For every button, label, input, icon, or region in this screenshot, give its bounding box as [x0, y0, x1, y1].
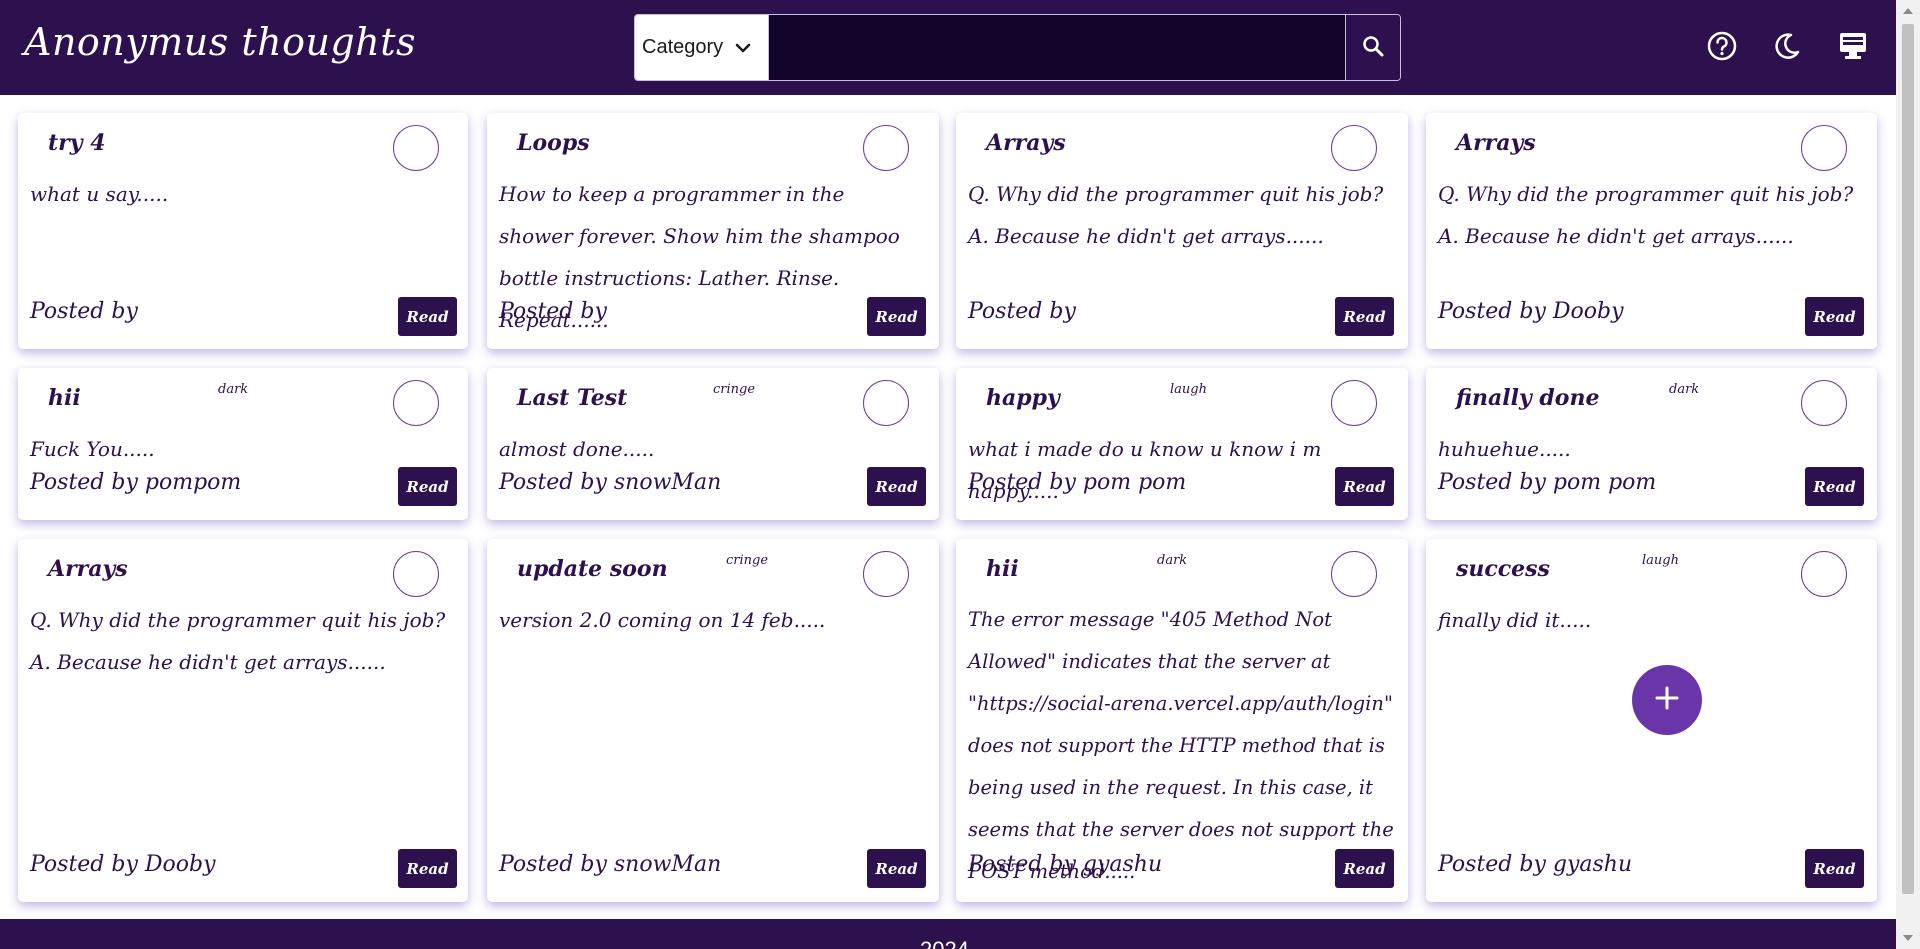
post-body: finally did it..... [1438, 608, 1592, 632]
post-card: Arrays Q. Why did the programmer quit hi… [956, 113, 1408, 349]
post-title: hii [48, 385, 81, 411]
read-button[interactable]: Read [867, 467, 926, 506]
moon-icon [1772, 31, 1802, 65]
post-body: Q. Why did the programmer quit his job? … [968, 182, 1384, 248]
post-title: Arrays [48, 556, 128, 582]
scrollbar-thumb[interactable] [1902, 24, 1914, 894]
post-body: huhuehue..... [1438, 437, 1571, 461]
select-circle[interactable] [393, 125, 439, 171]
theme-toggle-button[interactable] [1767, 28, 1807, 68]
post-card: hii dark Fuck You..... Posted by pompom … [18, 368, 468, 520]
scroll-up-arrow[interactable] [1903, 8, 1913, 14]
read-button[interactable]: Read [1335, 849, 1394, 888]
post-title: Loops [517, 130, 590, 156]
post-tag: dark [1157, 553, 1188, 568]
post-card: Arrays Q. Why did the programmer quit hi… [1426, 113, 1877, 349]
read-button[interactable]: Read [1805, 297, 1864, 336]
read-button[interactable]: Read [1805, 849, 1864, 888]
select-circle[interactable] [393, 551, 439, 597]
post-card: finally done dark huhuehue..... Posted b… [1426, 368, 1877, 520]
select-circle[interactable] [1801, 380, 1847, 426]
post-title: happy [986, 385, 1060, 411]
post-author: Posted by [968, 299, 1076, 324]
select-circle[interactable] [1801, 125, 1847, 171]
select-circle[interactable] [863, 380, 909, 426]
search-button[interactable] [1345, 15, 1400, 80]
help-circle-icon [1706, 30, 1738, 66]
select-circle[interactable] [1331, 125, 1377, 171]
vertical-scrollbar[interactable] [1896, 0, 1920, 949]
post-title: finally done [1456, 385, 1600, 411]
post-card: update soon cringe version 2.0 coming on… [487, 539, 939, 902]
post-author: Posted by Dooby [1438, 299, 1624, 324]
post-author: Posted by [30, 299, 138, 324]
read-button[interactable]: Read [867, 849, 926, 888]
post-body: Fuck You..... [30, 437, 155, 461]
read-button[interactable]: Read [1335, 297, 1394, 336]
search-icon [1361, 34, 1385, 62]
footer-year: 2024 [920, 937, 969, 949]
post-author: Posted by snowMan [499, 470, 722, 495]
post-body: Q. Why did the programmer quit his job? … [30, 608, 446, 674]
help-button[interactable] [1702, 28, 1742, 68]
post-author: Posted by gyashu [968, 852, 1163, 877]
read-button[interactable]: Read [398, 297, 457, 336]
post-tag: dark [1669, 382, 1700, 397]
add-post-button[interactable] [1632, 665, 1702, 735]
select-circle[interactable] [1331, 380, 1377, 426]
scroll-down-arrow[interactable] [1903, 935, 1913, 941]
read-button[interactable]: Read [398, 849, 457, 888]
chevron-down-icon [735, 43, 751, 53]
app-logo[interactable]: Anonymus thoughts [24, 20, 416, 64]
top-navbar: Anonymus thoughts Category [0, 0, 1896, 95]
select-circle[interactable] [863, 551, 909, 597]
post-title: Arrays [986, 130, 1066, 156]
post-body: Q. Why did the programmer quit his job? … [1438, 182, 1854, 248]
page-footer: 2024 [0, 919, 1896, 949]
post-title: Last Test [517, 385, 628, 411]
profile-card-icon [1837, 30, 1869, 66]
post-author: Posted by pompom [30, 470, 242, 495]
post-author: Posted by snowMan [499, 852, 722, 877]
plus-icon [1654, 685, 1680, 715]
post-card: Loops How to keep a programmer in the sh… [487, 113, 939, 349]
read-button[interactable]: Read [398, 467, 457, 506]
read-button[interactable]: Read [1805, 467, 1864, 506]
profile-button[interactable] [1833, 28, 1873, 68]
read-button[interactable]: Read [1335, 467, 1394, 506]
category-select[interactable]: Category [635, 15, 769, 80]
select-circle[interactable] [393, 380, 439, 426]
category-label: Category [642, 36, 724, 58]
post-card: Arrays Q. Why did the programmer quit hi… [18, 539, 468, 902]
search-input[interactable] [769, 15, 1345, 80]
post-card: Last Test cringe almost done..... Posted… [487, 368, 939, 520]
post-title: success [1456, 556, 1550, 582]
post-tag: cringe [713, 382, 756, 397]
post-card: try 4 what u say..... Posted by Read [18, 113, 468, 349]
post-title: Arrays [1456, 130, 1536, 156]
post-body: what u say..... [30, 182, 169, 206]
post-tag: laugh [1642, 553, 1679, 568]
post-author: Posted by pom pom [1438, 470, 1657, 495]
post-body: almost done..... [499, 437, 655, 461]
select-circle[interactable] [1331, 551, 1377, 597]
search-bar: Category [634, 14, 1401, 81]
post-author: Posted by gyashu [1438, 852, 1633, 877]
post-title: hii [986, 556, 1019, 582]
select-circle[interactable] [863, 125, 909, 171]
select-circle[interactable] [1801, 551, 1847, 597]
post-card: happy laugh what i made do u know u know… [956, 368, 1408, 520]
post-body: version 2.0 coming on 14 feb..... [499, 608, 826, 632]
post-card: hii dark The error message "405 Method N… [956, 539, 1408, 902]
post-author: Posted by pom pom [968, 470, 1187, 495]
post-tag: dark [218, 382, 249, 397]
post-tag: laugh [1170, 382, 1207, 397]
post-author: Posted by Dooby [30, 852, 216, 877]
post-tag: cringe [726, 553, 769, 568]
post-author: Posted by [499, 299, 607, 324]
post-title: update soon [517, 556, 668, 582]
post-title: try 4 [48, 130, 106, 156]
read-button[interactable]: Read [867, 297, 926, 336]
